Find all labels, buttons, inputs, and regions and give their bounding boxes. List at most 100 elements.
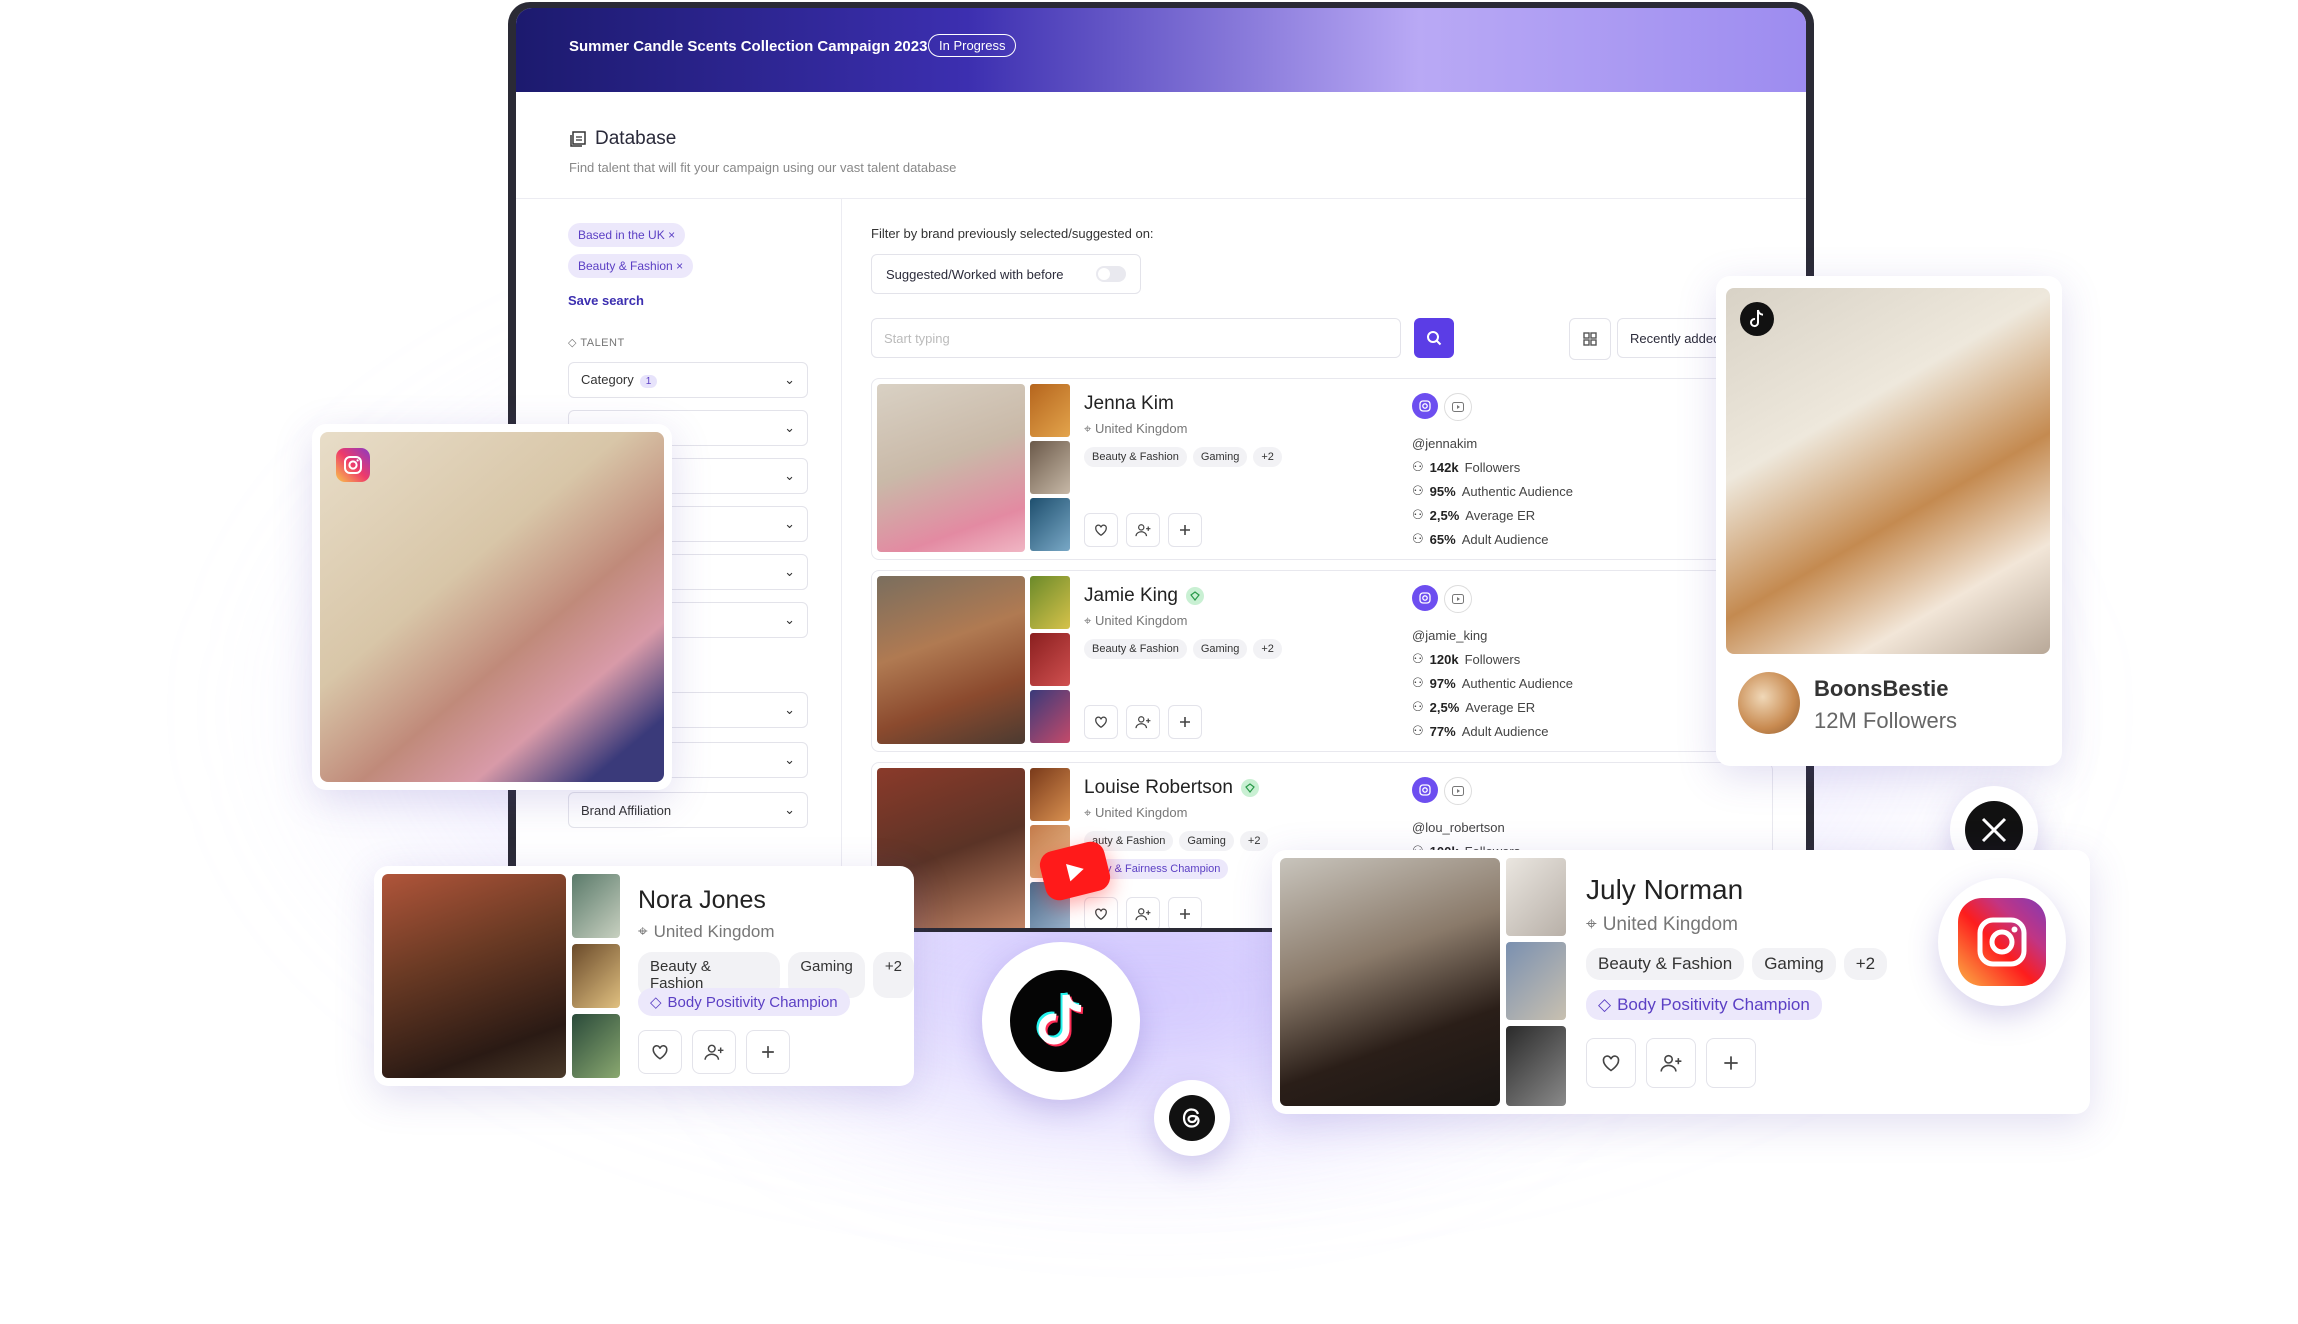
- location-pin-icon: ⌖: [638, 922, 648, 941]
- brand-affiliation-select[interactable]: Brand Affiliation ⌄: [568, 792, 808, 828]
- talent-handle: @jamie_king: [1412, 627, 1488, 643]
- instagram-icon: [1958, 898, 2046, 986]
- instagram-icon: [336, 448, 370, 482]
- add-button[interactable]: [1168, 897, 1202, 928]
- adult-audience-icon: ⚇: [1412, 531, 1424, 546]
- chevron-down-icon: ⌄: [784, 420, 795, 435]
- search-button[interactable]: [1414, 318, 1454, 358]
- instagram-icon[interactable]: [1412, 777, 1438, 803]
- talent-location: ⌖ United Kingdom: [1586, 914, 1738, 935]
- page-title: Database: [595, 128, 677, 149]
- nora-jones-card[interactable]: Nora Jones ⌖ United Kingdom Beauty & Fash…: [374, 866, 914, 1086]
- filter-chip-beauty[interactable]: Beauty & Fashion ×: [568, 254, 694, 278]
- divider: [516, 198, 1806, 199]
- diamond-icon: ◇: [1598, 995, 1612, 1014]
- grid-icon: [1583, 332, 1597, 346]
- account-name: BoonsBestie: [1814, 676, 1949, 701]
- invite-button[interactable]: [692, 1030, 736, 1074]
- location-pin-icon: ⌖: [1084, 421, 1095, 436]
- talent-name[interactable]: Louise Robertson: [1084, 777, 1259, 799]
- talent-thumbnail: [1030, 498, 1070, 551]
- tag: Beauty & Fashion: [1586, 948, 1745, 980]
- talent-thumbnail: [1030, 768, 1070, 821]
- talent-row[interactable]: Jenna Kim ⌖ United Kingdom Beauty & Fash…: [871, 378, 1773, 560]
- add-button[interactable]: [746, 1030, 790, 1074]
- talent-thumbnail: [572, 874, 620, 938]
- chevron-down-icon: ⌄: [784, 752, 795, 767]
- tag: Gaming: [1192, 447, 1248, 467]
- chevron-down-icon: ⌄: [784, 516, 795, 531]
- search-input[interactable]: Start typing: [871, 318, 1401, 358]
- instagram-icon[interactable]: [1412, 393, 1438, 419]
- user-add-icon: [704, 1044, 724, 1060]
- plus-icon: [1180, 909, 1190, 919]
- talent-handle: @jennakim: [1412, 435, 1478, 451]
- chip-remove-icon[interactable]: ×: [676, 259, 683, 273]
- diamond-icon: ◇: [568, 337, 581, 349]
- youtube-icon[interactable]: [1444, 777, 1472, 805]
- like-button[interactable]: [1084, 705, 1118, 739]
- talent-photo: [877, 576, 1025, 744]
- like-button[interactable]: [1586, 1038, 1636, 1088]
- add-button[interactable]: [1706, 1038, 1756, 1088]
- talent-thumbnail: [1506, 1026, 1566, 1106]
- campaign-title: Summer Candle Scents Collection Campaign…: [569, 38, 928, 55]
- talent-photo: [1280, 858, 1500, 1106]
- like-button[interactable]: [638, 1030, 682, 1074]
- talent-photo: [877, 384, 1025, 552]
- chevron-down-icon: ⌄: [784, 372, 795, 387]
- talent-thumbnail: [572, 1014, 620, 1078]
- like-button[interactable]: [1084, 513, 1118, 547]
- tag: Gaming: [1192, 639, 1248, 659]
- save-search-link[interactable]: Save search: [568, 293, 644, 308]
- app-window: Summer Candle Scents Collection Campaign…: [516, 8, 1806, 928]
- user-add-icon: [1660, 1054, 1682, 1072]
- tag-more[interactable]: +2: [872, 952, 914, 998]
- talent-location: ⌖ United Kingdom: [638, 922, 775, 941]
- worked-with-toggle-box: Suggested/Worked with before: [871, 254, 1141, 294]
- chip-remove-icon[interactable]: ×: [668, 228, 675, 242]
- threads-icon: [1169, 1095, 1215, 1141]
- heart-icon: [1095, 524, 1107, 537]
- tag: Beauty & Fashion: [1084, 639, 1187, 659]
- talent-handle: @lou_robertson: [1412, 819, 1505, 835]
- like-button[interactable]: [1084, 897, 1118, 928]
- tag-more[interactable]: +2: [1253, 447, 1282, 467]
- tag-more[interactable]: +2: [1239, 831, 1269, 851]
- talent-thumbnail: [1030, 633, 1070, 686]
- invite-button[interactable]: [1126, 705, 1160, 739]
- plus-icon: [1180, 717, 1190, 727]
- talent-name[interactable]: July Norman: [1586, 874, 1743, 906]
- talent-name[interactable]: Jenna Kim: [1084, 393, 1174, 415]
- talent-section-label: ◇ TALENT: [568, 337, 625, 349]
- invite-button[interactable]: [1646, 1038, 1696, 1088]
- invite-button[interactable]: [1126, 513, 1160, 547]
- heart-icon: [1095, 716, 1107, 729]
- youtube-icon[interactable]: [1444, 393, 1472, 421]
- talent-row[interactable]: Jamie King ⌖ United Kingdom Beauty & Fas…: [871, 570, 1773, 752]
- heart-icon: [1602, 1055, 1620, 1072]
- instagram-icon[interactable]: [1412, 585, 1438, 611]
- invite-button[interactable]: [1126, 897, 1160, 928]
- tag-more[interactable]: +2: [1843, 948, 1888, 980]
- add-button[interactable]: [1168, 705, 1202, 739]
- instagram-post-card[interactable]: [312, 424, 672, 790]
- engagement-icon: ⚇: [1412, 699, 1424, 714]
- talent-thumbnail: [1030, 690, 1070, 743]
- database-header: Database Find talent that will fit your …: [569, 128, 956, 175]
- avatar: [1738, 672, 1800, 734]
- talent-name[interactable]: Nora Jones: [638, 886, 766, 915]
- adult-audience-icon: ⚇: [1412, 723, 1424, 738]
- talent-photo: [382, 874, 566, 1078]
- heart-icon: [652, 1044, 668, 1060]
- grid-view-button[interactable]: [1569, 318, 1611, 360]
- add-button[interactable]: [1168, 513, 1202, 547]
- threads-badge: [1154, 1080, 1230, 1156]
- boonsbestie-card[interactable]: BoonsBestie 12M Followers: [1716, 276, 2062, 766]
- category-select[interactable]: Category 1 ⌄: [568, 362, 808, 398]
- worked-with-toggle[interactable]: [1096, 266, 1126, 282]
- tag-more[interactable]: +2: [1253, 639, 1282, 659]
- youtube-icon[interactable]: [1444, 585, 1472, 613]
- filter-chip-uk[interactable]: Based in the UK ×: [568, 223, 686, 247]
- talent-name[interactable]: Jamie King: [1084, 585, 1204, 607]
